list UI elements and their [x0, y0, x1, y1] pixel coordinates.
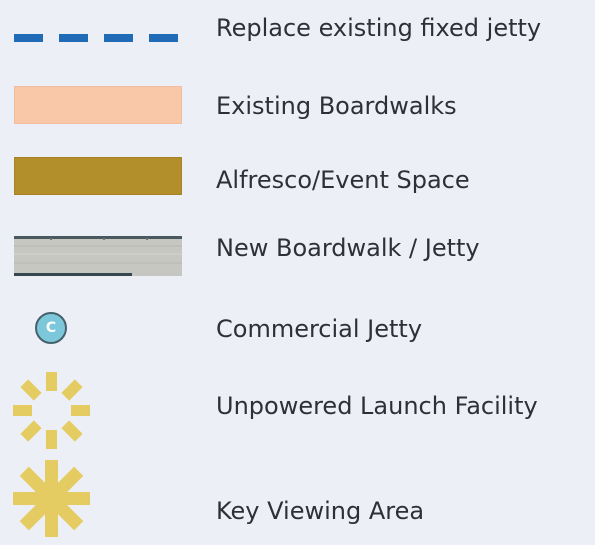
boardwalk-swatch — [14, 86, 182, 124]
legend-label-commercial-jetty: Commercial Jetty — [216, 315, 423, 343]
legend-label-unpowered-launch-facility: Unpowered Launch Facility — [216, 392, 538, 420]
legend-label-key-viewing-area: Key Viewing Area — [216, 497, 425, 525]
commercial-jetty-icon: C — [35, 312, 67, 344]
new-boardwalk-swatch — [14, 236, 182, 276]
legend-label-replace-existing-fixed-jetty: Replace existing fixed jetty — [216, 14, 542, 42]
legend-label-alfresco-event-space: Alfresco/Event Space — [216, 166, 470, 194]
alfresco-swatch — [14, 157, 182, 195]
dashed-line-icon — [14, 28, 190, 42]
legend-label-existing-boardwalks: Existing Boardwalks — [216, 92, 457, 120]
starburst-icon — [9, 368, 94, 453]
legend-label-new-boardwalk-jetty: New Boardwalk / Jetty — [216, 234, 480, 262]
asterisk-icon — [9, 456, 94, 541]
map-legend: Replace existing fixed jetty Existing Bo… — [0, 0, 595, 540]
